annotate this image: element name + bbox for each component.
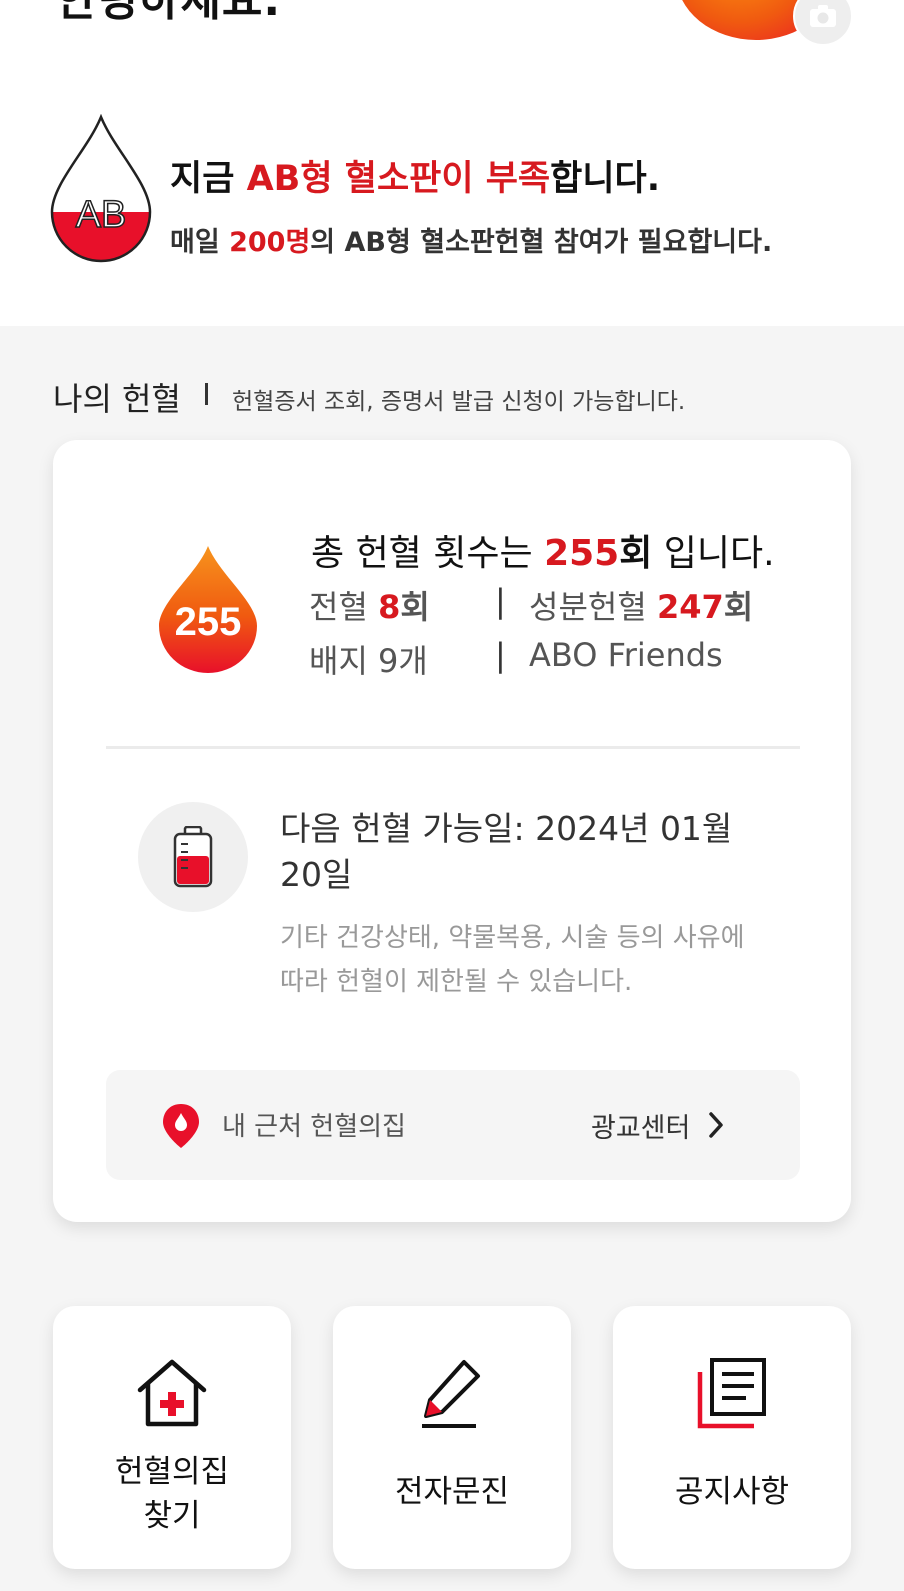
pen-icon bbox=[416, 1358, 488, 1434]
stat-separator: | bbox=[495, 636, 506, 674]
next-donation-date: 다음 헌혈 가능일: 2024년 01월 20일 bbox=[280, 809, 733, 894]
component-donation-count: 성분헌혈 247회 bbox=[529, 588, 754, 626]
tile-label: 전자문진 bbox=[394, 1474, 510, 1510]
shortage-alert-subtitle: 매일 200명의 AB형 혈소판헌혈 참여가 필요합니다. bbox=[170, 227, 773, 258]
donation-count-drop-icon: 255 bbox=[157, 544, 259, 678]
shortage-alert-title: 지금 AB형 혈소판이 부족합니다. bbox=[170, 159, 661, 199]
my-donation-title: 나의 헌혈 bbox=[53, 380, 181, 418]
house-cross-icon bbox=[136, 1358, 208, 1434]
nearby-label: 내 근처 헌혈의집 bbox=[222, 1112, 406, 1142]
find-donation-house-tile[interactable]: 헌혈의집 찾기 bbox=[53, 1306, 291, 1569]
total-donation-count: 총 헌혈 횟수는 255회 입니다. bbox=[311, 533, 775, 574]
ab-drop-label: AB bbox=[76, 194, 127, 236]
badge-count[interactable]: 배지 9개 bbox=[309, 636, 428, 682]
title-divider bbox=[205, 383, 208, 405]
drop-count-label: 255 bbox=[175, 600, 242, 644]
donation-restriction-note: 기타 건강상태, 약물복용, 시술 등의 사유에 따라 헌혈이 제한될 수 있습… bbox=[280, 923, 745, 997]
nearby-center-link[interactable]: 광교센터 bbox=[591, 1106, 690, 1145]
greeting-heading: 안녕하세요. bbox=[56, 0, 282, 26]
ab-blood-drop-icon: AB bbox=[50, 113, 152, 268]
chevron-right-icon[interactable] bbox=[706, 1110, 726, 1144]
blood-bag-icon bbox=[138, 802, 248, 912]
stat-separator: | bbox=[495, 582, 506, 620]
my-donation-description: 헌혈증서 조회, 증명서 발급 신청이 가능합니다. bbox=[232, 389, 686, 415]
document-list-icon bbox=[696, 1358, 768, 1434]
card-divider bbox=[106, 746, 800, 749]
my-donation-card[interactable]: 255 총 헌혈 횟수는 255회 입니다. 전혈 8회 | 성분헌혈 247회… bbox=[53, 440, 851, 1222]
location-pin-icon bbox=[160, 1102, 202, 1154]
tile-label: 공지사항 bbox=[674, 1474, 790, 1510]
tile-label: 헌혈의집 찾기 bbox=[114, 1454, 230, 1534]
e-questionnaire-tile[interactable]: 전자문진 bbox=[333, 1306, 571, 1569]
notice-tile[interactable]: 공지사항 bbox=[613, 1306, 851, 1569]
nearby-donation-center-row[interactable]: 내 근처 헌혈의집 광교센터 bbox=[106, 1070, 800, 1180]
club-name: ABO Friends bbox=[529, 636, 723, 674]
whole-blood-count: 전혈 8회 bbox=[309, 588, 430, 626]
